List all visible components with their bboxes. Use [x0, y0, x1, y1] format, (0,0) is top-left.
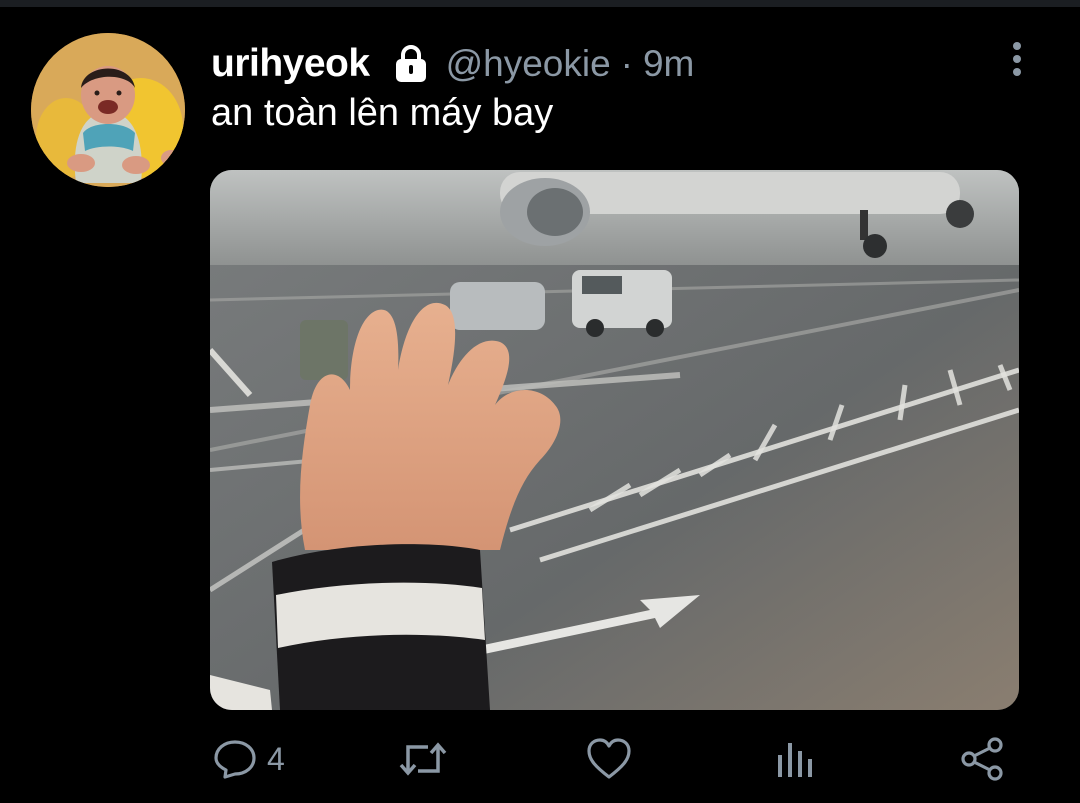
- share-icon: [960, 736, 1006, 782]
- reply-button[interactable]: 4: [213, 736, 285, 782]
- more-options-icon[interactable]: [1002, 40, 1032, 80]
- like-icon: [586, 737, 632, 781]
- top-divider: [0, 0, 1080, 7]
- retweet-button[interactable]: [398, 736, 448, 782]
- user-handle[interactable]: @hyeokie: [446, 43, 611, 85]
- tweet-actions: 4: [0, 730, 1080, 790]
- like-button[interactable]: [586, 736, 632, 782]
- retweet-icon: [398, 737, 448, 781]
- timestamp[interactable]: 9m: [643, 43, 694, 85]
- reply-count: 4: [267, 740, 285, 777]
- tweet-header: urihyeok @hyeokie · 9m: [211, 38, 694, 90]
- avatar[interactable]: [31, 33, 185, 187]
- separator-dot: ·: [620, 43, 633, 84]
- username[interactable]: urihyeok: [211, 42, 370, 86]
- reply-icon: [213, 737, 257, 781]
- analytics-button[interactable]: [776, 736, 816, 782]
- tweet-text: an toàn lên máy bay: [211, 92, 554, 134]
- lock-icon: [390, 43, 432, 85]
- tweet-photo[interactable]: [210, 170, 1019, 710]
- share-button[interactable]: [960, 736, 1006, 782]
- analytics-icon: [776, 737, 816, 781]
